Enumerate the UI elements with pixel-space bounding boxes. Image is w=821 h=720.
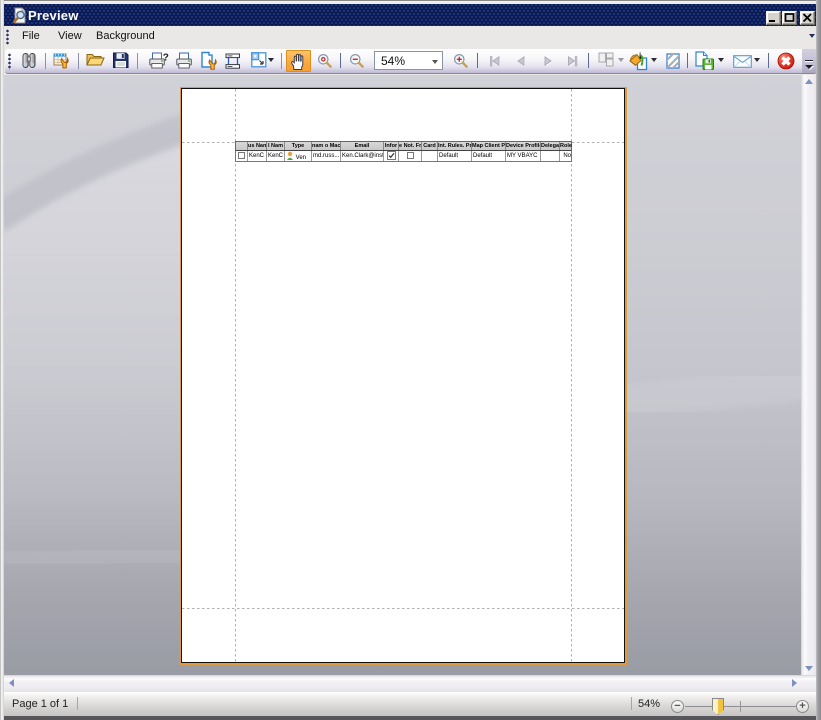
svg-text:?: ? xyxy=(163,53,169,64)
